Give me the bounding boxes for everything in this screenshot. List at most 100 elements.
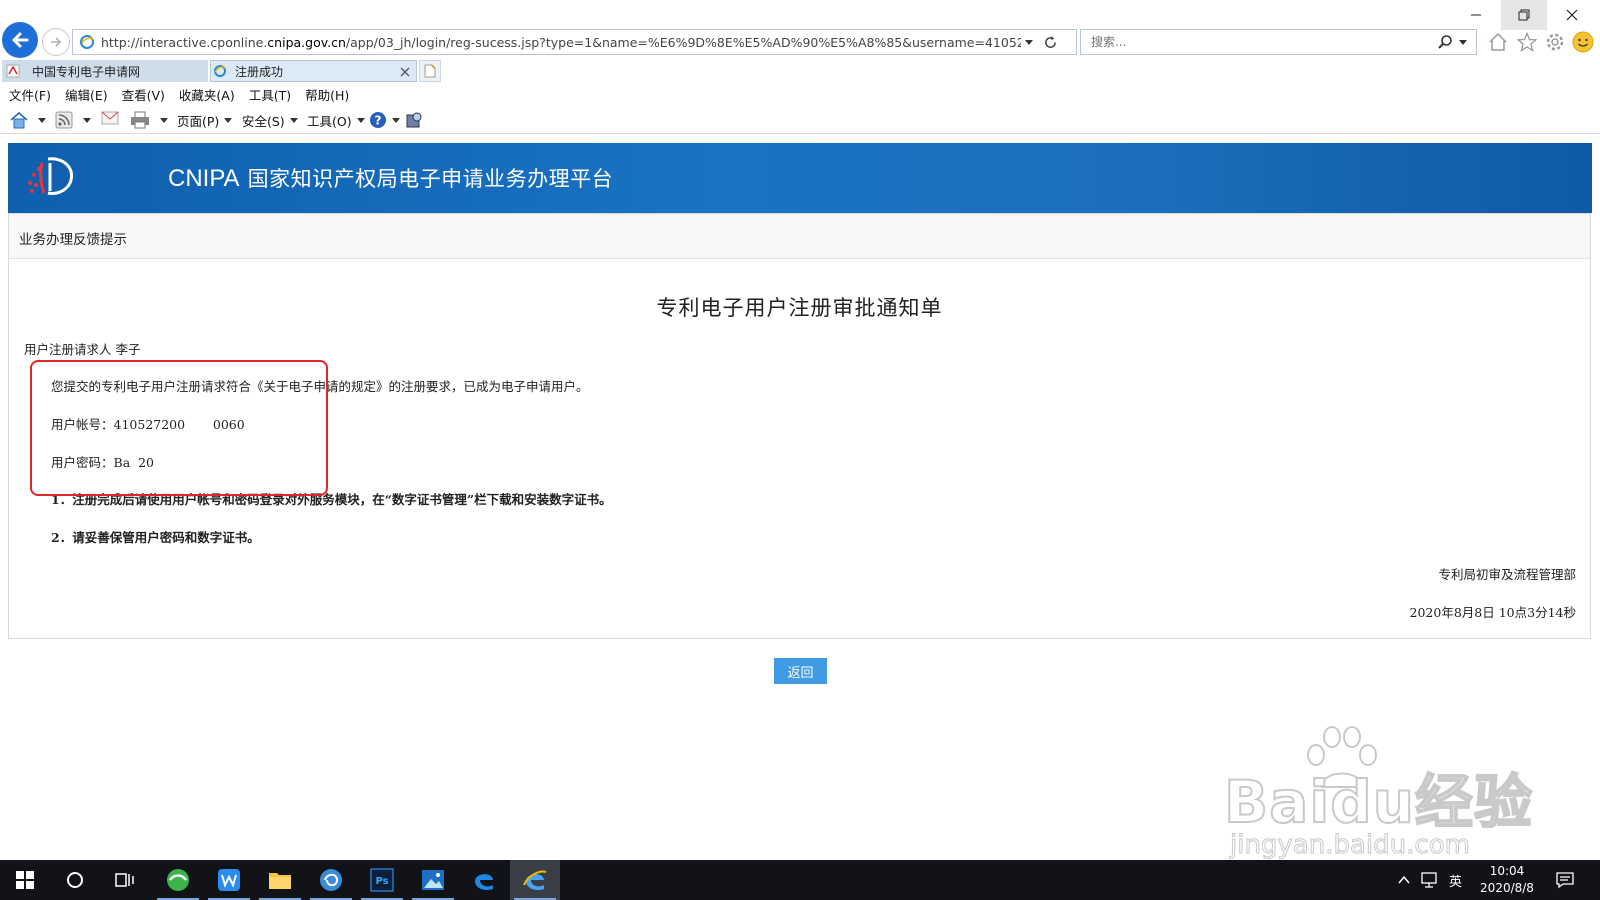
search-dropdown-icon[interactable] xyxy=(1459,39,1467,45)
taskbar-app-cnipa-client[interactable] xyxy=(306,860,356,900)
baidu-jingyan-watermark: Baidu经验 jingyan.baidu.com xyxy=(1220,725,1533,865)
action-center-icon[interactable] xyxy=(1556,871,1574,889)
page-dropdown-icon xyxy=(224,118,233,123)
return-button[interactable]: 返回 xyxy=(774,658,827,684)
clock-time: 10:04 xyxy=(1489,864,1525,878)
refresh-icon[interactable] xyxy=(1043,35,1058,50)
watermark-url: jingyan.baidu.com xyxy=(1230,830,1471,861)
help-dropdown-icon[interactable] xyxy=(392,117,400,123)
highlight-annotation-box xyxy=(30,360,328,496)
taskbar-app-ie-active[interactable] xyxy=(510,860,560,900)
watermark-brand: Baidu经验 xyxy=(1223,767,1534,837)
taskbar-app-wps[interactable] xyxy=(204,860,254,900)
cmd-home-button[interactable] xyxy=(10,111,46,129)
help-icon: ? xyxy=(370,112,386,128)
cmd-feeds-button[interactable] xyxy=(55,111,91,129)
menu-tools[interactable]: 工具(T) xyxy=(249,85,291,104)
taskbar-app-photoshop[interactable]: Ps xyxy=(357,860,407,900)
new-tab-icon xyxy=(424,64,436,78)
task-view-icon xyxy=(115,873,134,887)
department-signature: 专利局初审及流程管理部 xyxy=(1438,567,1576,582)
safety-menu-label: 安全(S) xyxy=(242,114,285,129)
ie-favicon-icon xyxy=(214,65,226,77)
cmd-tools-menu[interactable]: 工具(O) xyxy=(307,111,365,130)
taskbar-app-360[interactable] xyxy=(153,860,203,900)
back-button[interactable] xyxy=(2,22,38,58)
smiley-feedback-icon[interactable] xyxy=(1572,31,1594,53)
ie-page-icon xyxy=(80,35,94,49)
home-dropdown-icon[interactable] xyxy=(38,117,46,123)
cortana-search-button[interactable] xyxy=(50,860,100,900)
minimize-button[interactable] xyxy=(1453,0,1499,30)
print-icon xyxy=(131,111,149,129)
minimize-icon xyxy=(1471,14,1481,16)
cmd-print-button[interactable] xyxy=(130,111,168,129)
cmd-research-button[interactable] xyxy=(405,111,423,129)
new-tab-button[interactable] xyxy=(419,60,441,82)
windows-logo-icon xyxy=(16,871,34,889)
back-arrow-icon xyxy=(12,32,29,48)
notice-title: 专利电子用户注册审批通知单 xyxy=(656,296,943,320)
feeds-dropdown-icon[interactable] xyxy=(83,117,91,123)
tray-expand-chevron-icon[interactable] xyxy=(1398,875,1410,885)
home-icon[interactable] xyxy=(1488,32,1508,52)
tab-label: 中国专利电子申请网 xyxy=(32,64,141,79)
favorites-star-icon[interactable] xyxy=(1517,32,1537,52)
photoshop-icon: Ps xyxy=(370,868,394,892)
rss-feed-icon xyxy=(55,111,73,129)
cmd-mail-button[interactable] xyxy=(101,111,119,125)
search-box[interactable] xyxy=(1080,29,1477,55)
network-icon[interactable] xyxy=(1420,872,1438,888)
banner-platform-name: 国家知识产权局电子申请业务办理平台 xyxy=(247,167,614,191)
tab-register-success[interactable]: 注册成功 xyxy=(210,60,417,82)
taskbar-app-edge[interactable] xyxy=(459,860,509,900)
research-icon xyxy=(406,112,422,128)
start-button[interactable] xyxy=(0,860,50,900)
close-icon xyxy=(1566,9,1578,21)
browser-360-icon xyxy=(167,869,189,891)
clock-date: 2020/8/8 xyxy=(1480,881,1534,895)
settings-gear-icon[interactable] xyxy=(1545,32,1565,52)
internet-explorer-icon xyxy=(523,870,547,891)
ime-indicator[interactable]: 英 xyxy=(1449,871,1462,890)
menu-file[interactable]: 文件(F) xyxy=(9,85,51,104)
restore-button[interactable] xyxy=(1501,0,1547,30)
cmd-page-menu[interactable]: 页面(P) xyxy=(177,111,233,130)
home-icon xyxy=(10,111,28,129)
menu-edit[interactable]: 编辑(E) xyxy=(65,85,108,104)
photos-icon xyxy=(422,870,444,890)
forward-arrow-icon xyxy=(51,37,62,47)
address-dropdown-icon[interactable] xyxy=(1025,39,1033,45)
wps-writer-icon xyxy=(218,869,240,891)
cmd-help-button[interactable]: ? xyxy=(369,111,400,129)
forward-button[interactable] xyxy=(42,28,70,56)
issue-date: 2020年8月8日 10点3分14秒 xyxy=(1409,605,1576,620)
banner-title: CNIPA 国家知识产权局电子申请业务办理平台 xyxy=(168,163,613,193)
page-menu-label: 页面(P) xyxy=(177,114,220,129)
restore-icon xyxy=(1518,9,1530,21)
cmd-safety-menu[interactable]: 安全(S) xyxy=(242,111,298,130)
command-bar: 页面(P) 安全(S) 工具(O) ? xyxy=(0,107,1600,134)
note-2: 2．请妥善保管用户密码和数字证书。 xyxy=(51,530,260,545)
search-icon[interactable] xyxy=(1437,34,1453,50)
task-view-button[interactable] xyxy=(100,860,150,900)
tab-strip: 中国专利电子申请网 注册成功 xyxy=(0,60,1600,82)
tab-close-icon[interactable] xyxy=(400,67,410,77)
svg-text:Ps: Ps xyxy=(375,876,388,887)
tab-cnipa-home[interactable]: 中国专利电子申请网 xyxy=(2,60,208,82)
site-banner: CNIPA 国家知识产权局电子申请业务办理平台 xyxy=(8,143,1592,213)
menu-favorites[interactable]: 收藏夹(A) xyxy=(179,85,235,104)
windows-taskbar: Ps 英 10:04 2020/8/8 xyxy=(0,860,1600,900)
tray-clock[interactable]: 10:04 2020/8/8 xyxy=(1472,863,1542,897)
menu-help[interactable]: 帮助(H) xyxy=(305,85,349,104)
menu-view[interactable]: 查看(V) xyxy=(122,85,165,104)
taskbar-app-explorer[interactable] xyxy=(255,860,305,900)
cnipa-favicon-icon xyxy=(6,64,20,78)
url-text[interactable]: http://interactive.cponline.cnipa.gov.cn… xyxy=(101,35,1021,50)
close-window-button[interactable] xyxy=(1549,0,1595,30)
print-dropdown-icon[interactable] xyxy=(160,117,168,123)
taskbar-app-photos[interactable] xyxy=(408,860,458,900)
address-bar[interactable]: http://interactive.cponline.cnipa.gov.cn… xyxy=(72,29,1077,55)
tab-label: 注册成功 xyxy=(235,64,284,79)
search-input[interactable] xyxy=(1089,34,1423,50)
